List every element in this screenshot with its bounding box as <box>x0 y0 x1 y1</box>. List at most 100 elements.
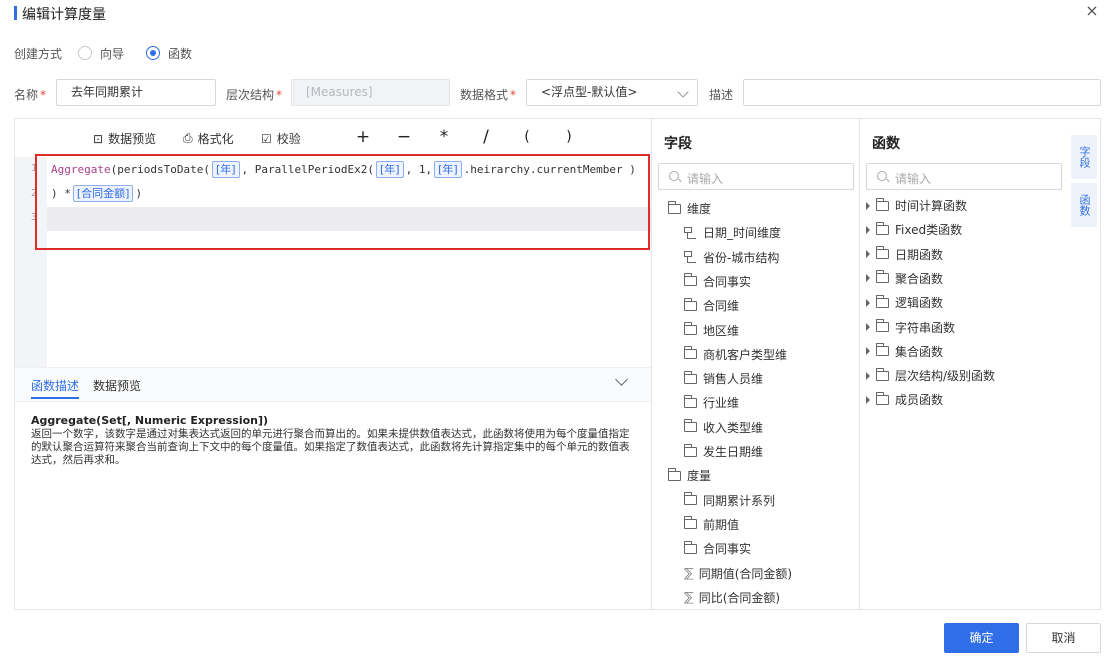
folder-icon <box>875 197 889 211</box>
radio-wizard-dot[interactable] <box>78 46 93 60</box>
functions-search-input[interactable]: 请输入 <box>866 163 1062 190</box>
format-label: 数据格式 * <box>460 88 517 102</box>
tree-item-label: 省份-城市结构 <box>703 250 780 265</box>
side-tab-fields[interactable]: 字段 <box>1071 135 1097 179</box>
tree-item-label: 地区维 <box>703 323 740 338</box>
folder-icon <box>875 270 889 284</box>
hierarchy-icon <box>684 251 697 264</box>
format-button[interactable]: ⎙ 格式化 <box>183 130 234 147</box>
name-field[interactable]: 去年同期累计 <box>56 79 216 106</box>
caret-right-icon[interactable] <box>866 274 870 283</box>
data-preview-button[interactable]: ⊡ 数据预览 <box>93 130 156 147</box>
caret-right-icon[interactable] <box>866 225 870 234</box>
tree-group-measures[interactable]: 度量 <box>667 467 712 484</box>
functions-title: 函数 <box>872 136 900 152</box>
chevron-down-icon <box>677 86 689 98</box>
side-tabs: 字段 函数 <box>1071 135 1097 231</box>
folder-icon <box>875 294 889 308</box>
editor-panel: ⊡ 数据预览 ⎙ 格式化 ☑ 校验 + − * / ( ) 1 2 3 Aggr… <box>14 118 1101 610</box>
function-category-item[interactable]: 成员函数 <box>866 391 943 408</box>
tree-item-label: 维度 <box>687 202 712 216</box>
tab-function-description[interactable]: 函数描述 <box>31 377 80 399</box>
folder-icon <box>683 346 697 360</box>
tree-item-dimension[interactable]: 合同事实 <box>683 273 751 290</box>
tree-item-label: 合同事实 <box>703 542 752 557</box>
dialog-header: 编辑计算度量 × <box>0 0 1116 28</box>
radio-wizard[interactable]: 向导 <box>78 45 124 62</box>
validate-button[interactable]: ☑ 校验 <box>261 130 301 147</box>
multiply-operator-button[interactable]: * <box>435 127 453 147</box>
tree-item-measure[interactable]: ⅀ 同比(合同金额) <box>684 589 780 606</box>
plus-operator-button[interactable]: + <box>354 127 372 147</box>
tree-item-dimension[interactable]: 商机客户类型维 <box>683 346 787 363</box>
function-signature: Aggregate(Set[, Numeric Expression]) <box>31 414 269 427</box>
folder-icon <box>875 343 889 357</box>
tree-item-label: Fixed类函数 <box>895 223 963 238</box>
folder-icon <box>667 200 681 214</box>
measure-icon: ⅀ <box>684 590 694 605</box>
radio-wizard-label: 向导 <box>100 46 125 61</box>
tree-item-label: 聚合函数 <box>895 271 944 286</box>
caret-right-icon[interactable] <box>866 371 870 380</box>
tree-item-dimension[interactable]: 行业维 <box>683 394 739 411</box>
preview-icon: ⊡ <box>93 131 104 146</box>
tree-item-label: 同期值(合同金额) <box>698 566 793 581</box>
tree-item-dimension[interactable]: 合同维 <box>683 297 740 314</box>
tree-item-label: 集合函数 <box>895 344 944 359</box>
tree-item-dimension[interactable]: 省份-城市结构 <box>684 249 779 266</box>
tree-item-dimension[interactable]: 收入类型维 <box>683 419 763 436</box>
tree-item-measure[interactable]: 同期累计系列 <box>683 492 775 509</box>
hierarchy-field: [Measures] <box>291 79 450 106</box>
caret-right-icon[interactable] <box>866 201 870 210</box>
function-category-item[interactable]: 层次结构/级别函数 <box>866 367 995 384</box>
minus-operator-button[interactable]: − <box>395 127 413 147</box>
caret-right-icon[interactable] <box>866 250 870 259</box>
confirm-button[interactable]: 确定 <box>944 623 1019 653</box>
caret-right-icon[interactable] <box>866 298 870 307</box>
radio-function-dot[interactable] <box>146 46 161 60</box>
collapse-chevron-icon[interactable] <box>615 373 628 386</box>
tree-item-dimension[interactable]: 日期_时间维度 <box>684 224 781 241</box>
name-label: 名称 * <box>14 88 47 102</box>
close-icon[interactable]: × <box>1084 3 1100 19</box>
fields-search-input[interactable]: 请输入 <box>658 163 854 190</box>
folder-icon <box>683 419 697 433</box>
caret-right-icon[interactable] <box>866 347 870 356</box>
function-category-item[interactable]: 逻辑函数 <box>866 294 943 311</box>
function-category-item[interactable]: 字符串函数 <box>866 319 955 336</box>
cancel-button[interactable]: 取消 <box>1026 623 1101 653</box>
annotation-highlight-box <box>35 154 650 250</box>
function-category-item[interactable]: 日期函数 <box>866 246 943 263</box>
tree-item-label: 逻辑函数 <box>895 296 944 311</box>
open-paren-button[interactable]: ( <box>518 129 536 145</box>
format-select[interactable]: <浮点型-默认值> <box>526 79 698 106</box>
function-category-item[interactable]: Fixed类函数 <box>866 221 962 238</box>
description-field[interactable] <box>743 79 1101 106</box>
fields-search-placeholder: 请输入 <box>687 172 724 186</box>
tree-item-dimension[interactable]: 销售人员维 <box>683 370 763 387</box>
tab-data-preview[interactable]: 数据预览 <box>93 377 141 394</box>
function-category-item[interactable]: 聚合函数 <box>866 270 943 287</box>
validate-icon: ☑ <box>261 131 272 146</box>
title-accent-bar <box>14 6 17 20</box>
tree-group-dimensions[interactable]: 维度 <box>667 200 712 217</box>
side-tab-functions[interactable]: 函数 <box>1071 183 1097 227</box>
tree-item-measure[interactable]: 合同事实 <box>683 540 752 557</box>
caret-right-icon[interactable] <box>866 323 870 331</box>
caret-right-icon[interactable] <box>866 395 870 404</box>
tree-item-measure[interactable]: ⅀ 同期值(合同金额) <box>684 565 792 582</box>
divide-operator-button[interactable]: / <box>477 127 495 147</box>
folder-icon <box>875 221 889 235</box>
close-paren-button[interactable]: ) <box>560 129 578 145</box>
tree-item-label: 度量 <box>687 469 712 484</box>
function-category-item[interactable]: 时间计算函数 <box>866 197 967 214</box>
tree-item-label: 字符串函数 <box>895 320 956 335</box>
radio-function[interactable]: 函数 <box>146 45 192 62</box>
tree-item-label: 合同维 <box>703 299 740 314</box>
tree-item-dimension[interactable]: 地区维 <box>683 322 740 339</box>
tree-item-dimension[interactable]: 发生日期维 <box>683 443 763 460</box>
tree-item-measure[interactable]: 前期值 <box>683 516 739 533</box>
function-category-item[interactable]: 集合函数 <box>866 343 943 360</box>
hierarchy-icon <box>684 226 697 239</box>
folder-icon <box>683 297 697 311</box>
